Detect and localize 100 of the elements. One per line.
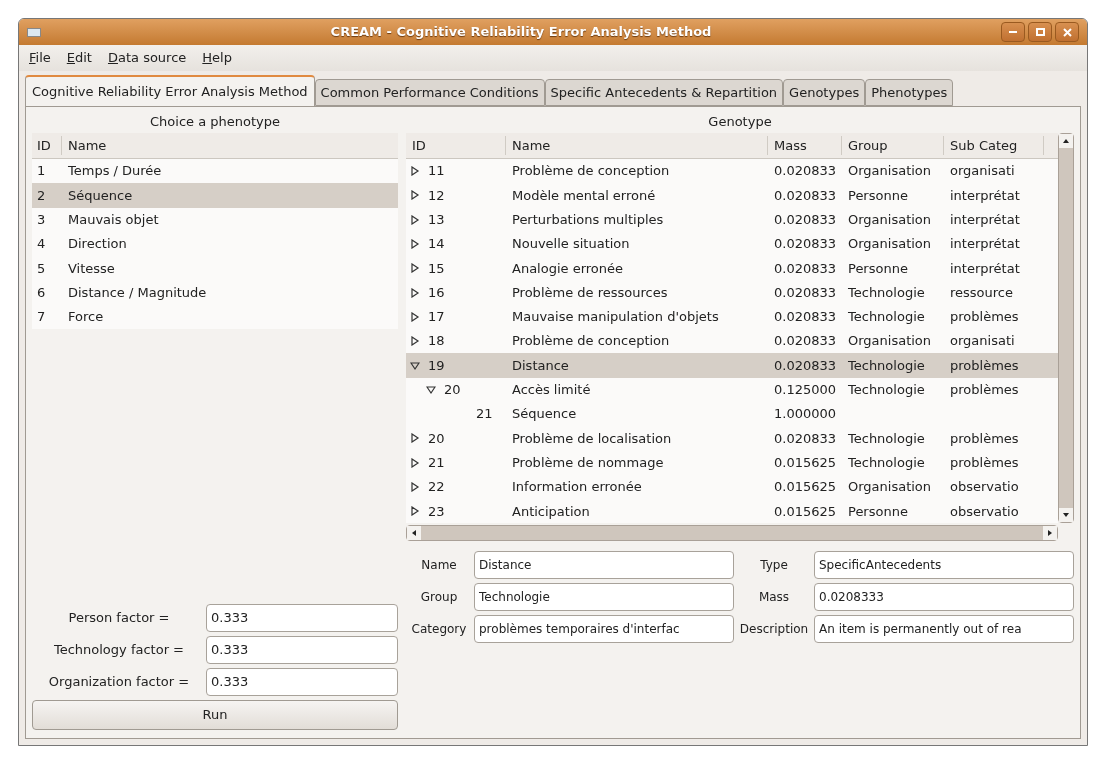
detail-field[interactable]: Technologie <box>474 583 734 612</box>
name-cell-text: Problème de conception <box>511 332 671 351</box>
tab[interactable]: Genotypes <box>783 79 866 106</box>
id-cell-text: 13 <box>428 211 445 229</box>
sub-category-cell-text: interprétat <box>949 186 1021 205</box>
close-button[interactable] <box>1055 22 1079 42</box>
window-menu-icon[interactable] <box>27 27 41 37</box>
list-row[interactable]: 2 Séquence <box>32 183 398 208</box>
expand-triangle-icon[interactable] <box>410 482 420 492</box>
tree-row[interactable]: 20 Problème de localisation 0.020833 Technologie problèmes <box>406 426 1058 451</box>
mass-cell-text: 0.020833 <box>773 211 838 229</box>
expand-triangle-icon[interactable] <box>410 311 420 322</box>
column-header[interactable]: Sub Categ <box>944 135 1044 156</box>
tree-row[interactable]: 13 Perturbations multiples 0.020833 Organisation interprétat <box>406 207 1058 232</box>
expand-triangle-icon[interactable] <box>410 166 420 177</box>
factor-field[interactable]: 0.333 <box>206 668 398 696</box>
mass-cell-text: 0.015625 <box>773 453 838 472</box>
run-button[interactable]: Run <box>32 700 398 730</box>
vertical-scrollbar[interactable] <box>1058 133 1074 524</box>
expand-triangle-icon[interactable] <box>410 263 420 274</box>
tree-row[interactable]: 11 Problème de conception 0.020833 Organisation organisati <box>406 159 1058 184</box>
id-cell-text: 3 <box>36 211 47 229</box>
id-cell-text: 16 <box>428 283 445 302</box>
expand-triangle-icon[interactable] <box>410 239 420 250</box>
detail-field[interactable]: An item is permanently out of rea <box>814 615 1074 644</box>
group-cell-text: Organisation <box>847 332 933 351</box>
tree-row[interactable]: 19 Distance 0.020833 Technologie problèmes <box>406 353 1058 378</box>
name-cell-text: Direction <box>67 235 127 254</box>
factor-field[interactable]: 0.333 <box>206 636 398 664</box>
list-row[interactable]: 4 Direction <box>32 231 398 257</box>
tree-row[interactable]: 16 Problème de ressources 0.020833 Technologie ressource <box>406 280 1058 305</box>
expand-triangle-icon[interactable] <box>410 190 420 201</box>
mass-cell-text: 0.020833 <box>773 356 838 375</box>
collapse-triangle-icon[interactable] <box>426 384 436 395</box>
tree-row[interactable]: 14 Nouvelle situation 0.020833 Organisation interprétat <box>406 231 1058 257</box>
detail-field[interactable]: SpecificAntecedents <box>814 551 1074 580</box>
scroll-down-icon[interactable] <box>1059 508 1073 523</box>
column-header[interactable]: Name <box>62 135 398 156</box>
minimize-button[interactable] <box>1001 22 1025 42</box>
list-row[interactable]: 1 Temps / Durée <box>32 159 398 184</box>
detail-field[interactable]: Distance <box>474 551 734 580</box>
group-cell-text: Technologie <box>847 429 926 448</box>
tab[interactable]: Specific Antecedents & Repartition <box>544 79 784 106</box>
scroll-right-icon[interactable] <box>1043 526 1057 541</box>
mass-cell-text: 0.020833 <box>773 429 838 448</box>
column-header[interactable]: Mass <box>768 135 842 156</box>
id-cell-text: 22 <box>428 478 445 497</box>
mass-cell-text: 0.020833 <box>773 259 838 278</box>
detail-field[interactable]: 0.0208333 <box>814 583 1074 612</box>
menu-item[interactable]: Data source <box>107 48 187 68</box>
sub-category-cell-text: observatio <box>949 478 1020 497</box>
tree-row[interactable]: 22 Information erronée 0.015625 Organisation observatio <box>406 474 1058 500</box>
tree-row[interactable]: 18 Problème de conception 0.020833 Organisation organisati <box>406 329 1058 354</box>
tree-row[interactable]: 21 Problème de nommage 0.015625 Technologie problèmes <box>406 450 1058 475</box>
horizontal-scrollbar[interactable] <box>406 525 1058 542</box>
column-header[interactable]: Name <box>506 135 768 156</box>
tab[interactable]: Common Performance Conditions <box>314 79 545 106</box>
list-row[interactable]: 3 Mauvais objet <box>32 207 398 232</box>
maximize-button[interactable] <box>1028 22 1052 42</box>
sub-category-cell-text: problèmes <box>949 356 1020 375</box>
factor-label: Organization factor = <box>47 673 191 692</box>
detail-field[interactable]: problèmes temporaires d'interfac <box>474 615 734 644</box>
detail-label: Type <box>759 557 789 575</box>
sub-category-cell-text: problèmes <box>949 429 1020 448</box>
expand-triangle-icon[interactable] <box>410 506 420 517</box>
id-cell-text: 4 <box>36 235 47 254</box>
tree-row[interactable]: 12 Modèle mental erroné 0.020833 Personne interprétat <box>406 183 1058 208</box>
tree-row[interactable]: 17 Mauvaise manipulation d'objets 0.020833 Technologie problèmes <box>406 304 1058 330</box>
expand-triangle-icon[interactable] <box>410 336 420 347</box>
expand-triangle-icon[interactable] <box>410 433 420 444</box>
name-cell-text: Nouvelle situation <box>511 235 631 254</box>
menu-item[interactable]: Help <box>202 48 232 68</box>
list-row[interactable]: 5 Vitesse <box>32 256 398 281</box>
list-row[interactable]: 6 Distance / Magnitude <box>32 280 398 305</box>
expand-triangle-icon[interactable] <box>410 214 420 225</box>
tree-row[interactable]: 21 Séquence 1.000000 <box>406 401 1058 427</box>
tree-row[interactable]: 20 Accès limité 0.125000 Technologie problèmes <box>406 377 1058 402</box>
expand-triangle-icon[interactable] <box>410 457 420 468</box>
tree-row[interactable]: 15 Analogie erronée 0.020833 Personne interprétat <box>406 256 1058 281</box>
mass-cell-text: 0.020833 <box>773 186 838 205</box>
column-header[interactable]: Group <box>842 135 944 156</box>
id-cell-text: 21 <box>476 405 493 424</box>
column-header[interactable]: ID <box>32 135 62 156</box>
menu-item[interactable]: Edit <box>66 48 92 68</box>
collapse-triangle-icon[interactable] <box>410 360 420 371</box>
tab[interactable]: Phenotypes <box>865 79 954 106</box>
name-cell-text: Distance / Magnitude <box>67 283 207 302</box>
tab[interactable]: Cognitive Reliability Error Analysis Method <box>25 75 315 106</box>
mass-cell-text: 0.125000 <box>773 381 838 400</box>
scroll-left-icon[interactable] <box>407 526 421 541</box>
expand-triangle-icon[interactable] <box>410 287 420 298</box>
tree-row[interactable]: 23 Anticipation 0.015625 Personne observatio <box>406 499 1058 524</box>
list-row[interactable]: 7 Force <box>32 304 398 330</box>
scroll-up-icon[interactable] <box>1059 134 1073 148</box>
factor-field[interactable]: 0.333 <box>206 604 398 632</box>
column-header[interactable]: ID <box>406 135 506 156</box>
id-cell-text: 12 <box>428 186 445 205</box>
id-cell-text: 1 <box>36 162 47 181</box>
menu-item[interactable]: File <box>29 48 51 68</box>
name-cell-text: Problème de nommage <box>511 453 665 472</box>
